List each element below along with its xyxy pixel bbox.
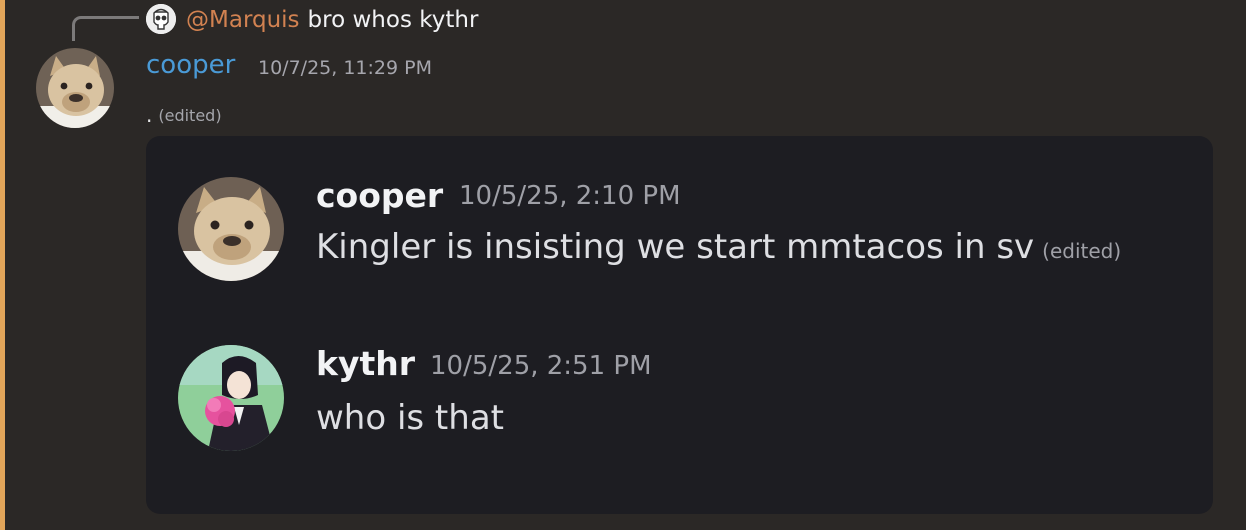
- embed-message-text: who is that: [316, 398, 504, 438]
- embed-timestamp: 10/5/25, 2:51 PM: [430, 351, 652, 381]
- embed-message: who is that: [316, 398, 504, 438]
- reply-preview-text[interactable]: bro whos kythr: [308, 7, 479, 33]
- edited-label: (edited): [1042, 239, 1122, 263]
- french-bulldog-avatar[interactable]: [36, 48, 114, 128]
- embed-message-text: Kingler is insisting we start mmtacos in…: [316, 227, 1035, 267]
- skull-avatar-icon[interactable]: [146, 4, 176, 34]
- message-author[interactable]: cooper: [146, 50, 235, 80]
- edited-label: (edited): [158, 105, 222, 125]
- reply-mention[interactable]: @Marquis: [186, 7, 300, 33]
- french-bulldog-avatar: [178, 177, 284, 281]
- message-content: . (edited): [146, 102, 222, 128]
- anime-girl-avatar: [178, 345, 284, 451]
- message-text: .: [146, 103, 153, 127]
- reply-preview[interactable]: @Marquis bro whos kythr: [186, 3, 478, 37]
- embed-timestamp: 10/5/25, 2:10 PM: [459, 181, 681, 211]
- reply-spine: [72, 16, 139, 41]
- embed-author: kythr: [316, 344, 415, 383]
- message-timestamp[interactable]: 10/7/25, 11:29 PM: [258, 57, 432, 79]
- mention-highlight-stripe: [0, 0, 5, 530]
- embed-message: Kingler is insisting we start mmtacos in…: [316, 227, 1121, 267]
- embed-author: cooper: [316, 176, 444, 215]
